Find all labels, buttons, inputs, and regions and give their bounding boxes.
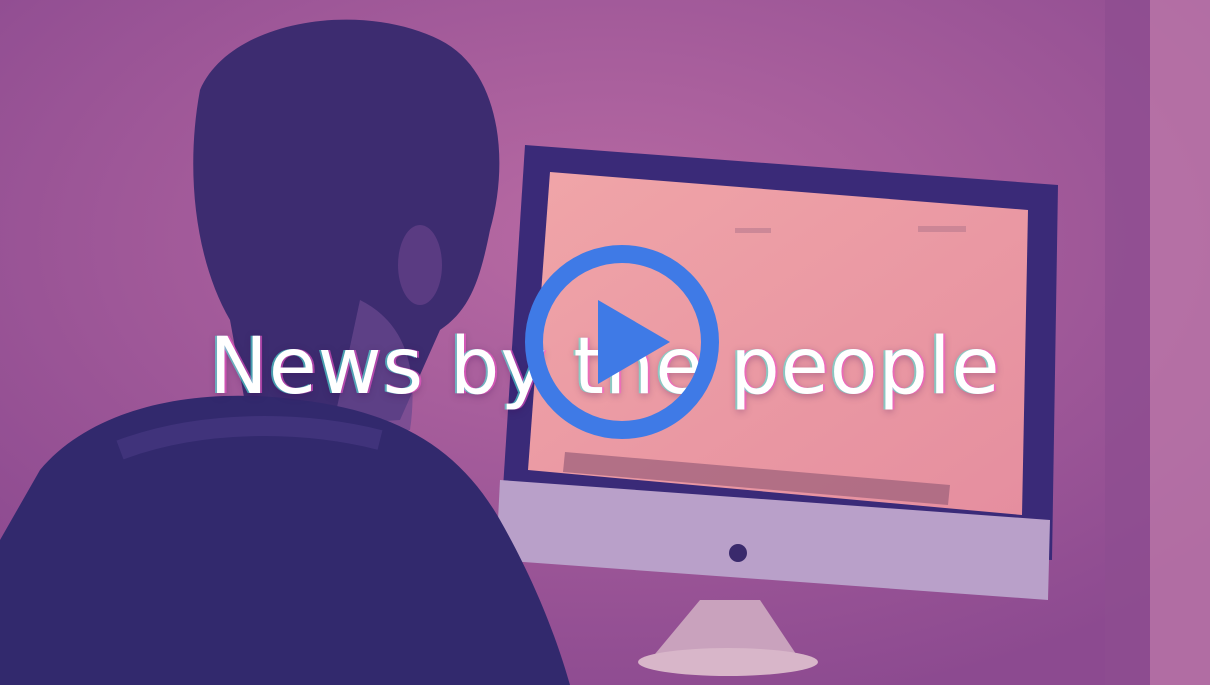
- video-player[interactable]: News by the people: [0, 0, 1210, 685]
- play-icon: [525, 245, 719, 439]
- play-button[interactable]: [522, 242, 722, 442]
